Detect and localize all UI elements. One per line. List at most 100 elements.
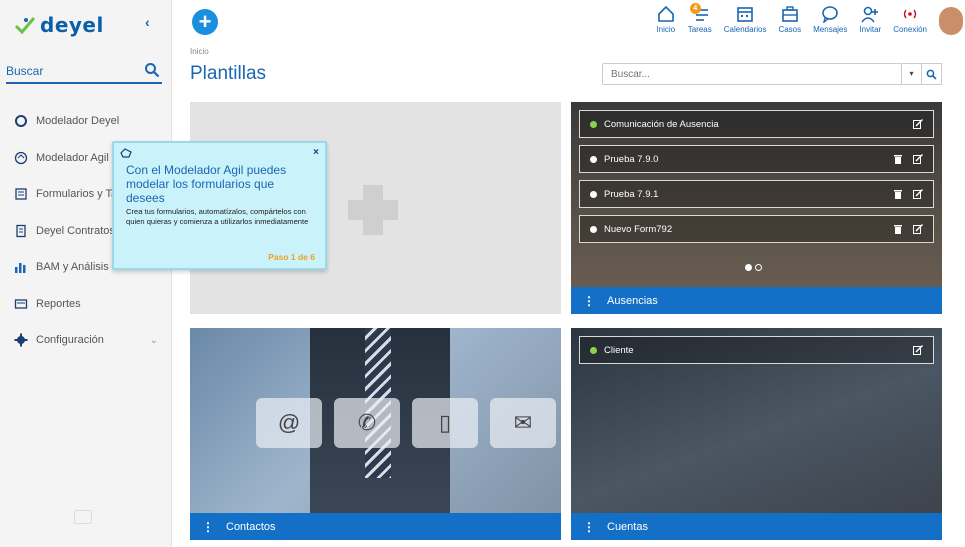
collapse-sidebar-button[interactable]: ‹ — [145, 14, 159, 32]
nav-label: Inicio — [656, 25, 676, 34]
card-title-bar[interactable]: ⋮ Contactos — [190, 513, 561, 540]
message-icon — [822, 6, 839, 23]
mail-icon: ✉ — [490, 398, 556, 448]
templates-search: ▾ — [602, 63, 942, 85]
status-dot — [590, 225, 597, 233]
sidebar-item-label: Reportes — [36, 297, 81, 310]
more-options-icon[interactable]: ⋮ — [583, 520, 595, 534]
form-name: Cliente — [604, 344, 634, 356]
card-title: Cuentas — [607, 520, 648, 533]
trash-icon[interactable] — [893, 224, 903, 234]
chevron-down-icon[interactable]: ⌄ — [150, 335, 158, 346]
avatar[interactable] — [939, 7, 963, 35]
tooltip-step[interactable]: Paso 1 de 6 — [268, 252, 315, 262]
nav-conexion[interactable]: Conexión — [887, 5, 933, 34]
invite-icon — [861, 6, 879, 23]
more-options-icon[interactable]: ⋮ — [583, 294, 595, 308]
edit-icon[interactable] — [913, 345, 923, 355]
email-at-icon: @ — [256, 398, 322, 448]
form-row-nuevo-form792[interactable]: Nuevo Form792 — [579, 215, 934, 243]
bam-chart-icon — [15, 263, 26, 274]
top-nav: Inicio 4 Tareas Calendarios Casos Mensaj… — [650, 3, 933, 34]
carousel-dot[interactable] — [745, 264, 752, 271]
nav-inicio[interactable]: Inicio — [650, 5, 682, 34]
contracts-icon — [16, 224, 26, 237]
form-row-comunicacion[interactable]: Comunicación de Ausencia — [579, 110, 934, 138]
trash-icon[interactable] — [893, 154, 903, 164]
status-dot — [590, 346, 597, 354]
edit-icon[interactable] — [913, 224, 923, 234]
sidebar-search — [6, 60, 162, 84]
phone-icon: ✆ — [334, 398, 400, 448]
plus-icon-bar — [348, 200, 398, 220]
sidebar-item-modelador-deyel[interactable]: Modelador Deyel — [0, 103, 172, 140]
template-card-contactos[interactable]: @ ✆ ▯ ✉ ⋮ Contactos — [190, 328, 561, 540]
card-title-bar[interactable]: ⋮ Ausencias — [571, 287, 942, 314]
carousel-dot[interactable] — [755, 264, 762, 271]
circle-icon — [15, 115, 27, 128]
template-card-ausencias[interactable]: Comunicación de Ausencia Prueba 7.9.0 Pr… — [571, 102, 942, 314]
templates-search-button[interactable] — [922, 63, 942, 85]
status-dot — [590, 190, 597, 198]
sidebar-item-label: Deyel Contratos — [36, 224, 115, 237]
tasks-badge: 4 — [689, 3, 701, 14]
search-icon[interactable] — [144, 62, 160, 78]
logo-text: deyel — [40, 13, 104, 37]
more-options-icon[interactable]: ⋮ — [202, 520, 214, 534]
home-icon — [657, 5, 674, 22]
form-row-cliente[interactable]: Cliente — [579, 336, 934, 364]
tooltip-title: Con el Modelador Agil puedes modelar los… — [126, 163, 287, 205]
nav-label: Tareas — [687, 25, 712, 34]
sidebar-item-label: Modelador Deyel — [36, 115, 120, 128]
status-dot — [590, 155, 597, 163]
agile-icon — [14, 151, 28, 164]
deyel-logo[interactable]: deyel — [14, 10, 104, 40]
sidebar-item-label: BAM y Análisis — [36, 261, 109, 274]
templates-search-input[interactable] — [602, 63, 902, 85]
breadcrumb[interactable]: Inicio — [190, 47, 209, 56]
card-title: Contactos — [226, 520, 276, 533]
nav-label: Casos — [778, 25, 802, 34]
sidebar: deyel ‹ Modelador Deyel Modelador Agil F… — [0, 0, 172, 547]
nav-label: Calendarios — [723, 25, 767, 34]
briefcase-icon — [781, 6, 798, 22]
search-icon — [926, 69, 937, 80]
search-dropdown-button[interactable]: ▾ — [902, 63, 922, 85]
calendar-icon — [737, 7, 753, 22]
edit-icon[interactable] — [913, 119, 923, 129]
nav-label: Conexión — [893, 25, 927, 34]
gear-icon — [14, 333, 28, 347]
form-name: Prueba 7.9.1 — [604, 188, 659, 200]
sidebar-item-label: Modelador Agil — [36, 151, 109, 164]
nav-casos[interactable]: Casos — [772, 5, 807, 34]
page-title: Plantillas — [190, 63, 267, 84]
trash-icon[interactable] — [893, 189, 903, 199]
add-button[interactable]: + — [192, 9, 218, 35]
image-placeholder-icon — [74, 510, 92, 524]
tablet-icon: ▯ — [412, 398, 478, 448]
sidebar-search-input[interactable] — [6, 60, 136, 82]
tooltip-body: Crea tus formularios, automatízalos, com… — [126, 207, 309, 226]
nav-mensajes[interactable]: Mensajes — [807, 5, 853, 34]
edit-icon[interactable] — [913, 189, 923, 199]
nav-tareas[interactable]: 4 Tareas — [682, 3, 718, 34]
form-name: Nuevo Form792 — [604, 223, 673, 235]
close-icon[interactable]: × — [313, 147, 319, 158]
card-title-bar[interactable]: ⋮ Cuentas — [571, 513, 942, 540]
nav-invitar[interactable]: Invitar — [853, 5, 887, 34]
hand-pointer-icon — [120, 148, 132, 158]
sidebar-item-reportes[interactable]: Reportes — [0, 286, 172, 323]
logo-mark-icon — [14, 17, 36, 35]
form-name: Prueba 7.9.0 — [604, 153, 659, 165]
nav-calendarios[interactable]: Calendarios — [718, 5, 773, 34]
form-name: Comunicación de Ausencia — [604, 118, 719, 130]
template-card-cuentas[interactable]: Cliente ⋮ Cuentas — [571, 328, 942, 540]
nav-label: Invitar — [859, 25, 882, 34]
sidebar-item-configuracion[interactable]: Configuración ⌄ — [0, 322, 172, 359]
edit-icon[interactable] — [913, 154, 923, 164]
form-row-prueba-790[interactable]: Prueba 7.9.0 — [579, 145, 934, 173]
carousel-indicator — [745, 264, 762, 271]
reports-icon — [14, 299, 28, 309]
form-row-prueba-791[interactable]: Prueba 7.9.1 — [579, 180, 934, 208]
status-dot — [590, 120, 597, 128]
